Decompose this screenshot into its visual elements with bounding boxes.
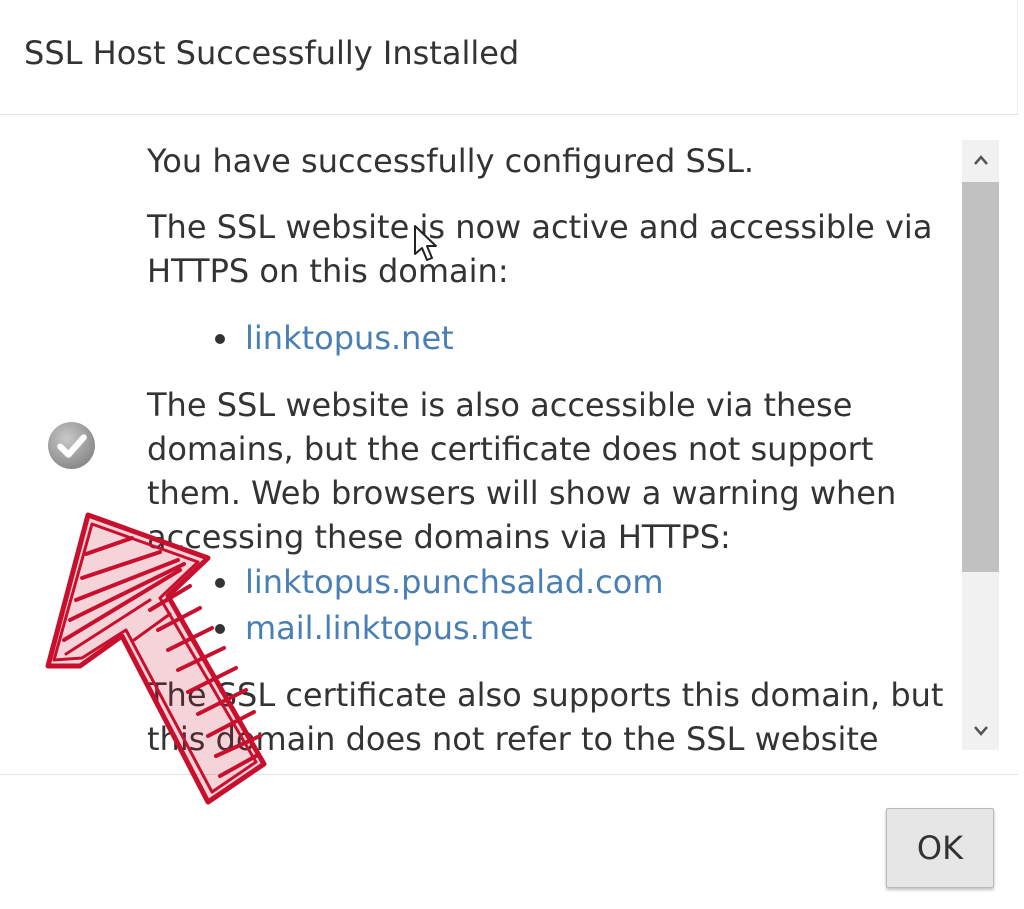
- ssl-success-dialog: SSL Host Successfully Installed You have…: [0, 0, 1024, 909]
- dialog-title: SSL Host Successfully Installed: [24, 34, 520, 72]
- unsupported-domain-list: linktopus.punchsalad.com mail.linktopus.…: [147, 559, 947, 651]
- domain-list-item: linktopus.net: [215, 315, 947, 361]
- intro-text: You have successfully configured SSL.: [147, 142, 755, 180]
- dialog-body: You have successfully configured SSL. Th…: [0, 116, 1018, 774]
- chevron-up-icon: [973, 155, 988, 165]
- domain-link[interactable]: linktopus.punchsalad.com: [245, 563, 664, 601]
- dialog-footer: OK: [0, 774, 1018, 909]
- domain-list-item: mail.linktopus.net: [215, 605, 947, 651]
- message-content: You have successfully configured SSL. Th…: [147, 139, 947, 774]
- ok-button[interactable]: OK: [886, 808, 994, 888]
- dialog-header: SSL Host Successfully Installed: [0, 0, 1018, 115]
- primary-domain-list: linktopus.net: [147, 315, 947, 361]
- vertical-scrollbar[interactable]: [962, 140, 999, 750]
- scroll-up-button[interactable]: [962, 140, 999, 180]
- also-accessible-text: The SSL website is also accessible via t…: [147, 386, 897, 556]
- scroll-down-button[interactable]: [962, 710, 999, 750]
- domain-list-item: linktopus.punchsalad.com: [215, 559, 947, 605]
- domain-link[interactable]: linktopus.net: [245, 319, 454, 357]
- check-circle-icon: [48, 422, 95, 469]
- active-text: The SSL website is now active and access…: [147, 208, 933, 290]
- certificate-text: The SSL certificate also supports this d…: [147, 676, 944, 758]
- scroll-thumb[interactable]: [962, 182, 999, 572]
- domain-link[interactable]: mail.linktopus.net: [245, 609, 532, 647]
- chevron-down-icon: [973, 726, 988, 736]
